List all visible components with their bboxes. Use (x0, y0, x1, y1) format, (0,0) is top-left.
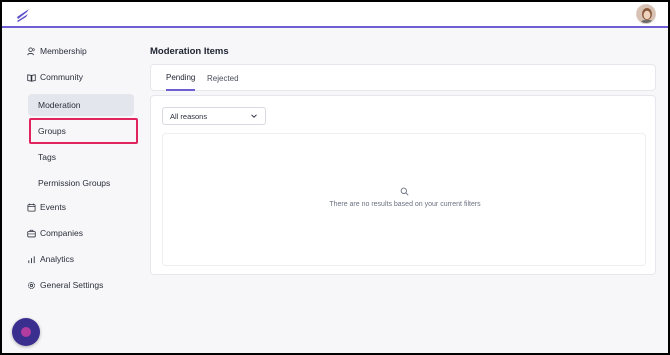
sidebar-item-label: Analytics (40, 254, 75, 264)
gear-icon (26, 280, 36, 290)
sidebar-subitem-moderation[interactable]: Moderation (28, 94, 134, 116)
sidebar-subitem-groups[interactable]: Groups (28, 120, 134, 142)
sidebar-subitem-permission-groups[interactable]: Permission Groups (28, 172, 134, 194)
help-chat-button[interactable] (12, 318, 40, 346)
sidebar-subitem-label: Groups (38, 126, 66, 136)
sidebar-item-label: General Settings (40, 280, 104, 290)
empty-state-message: There are no results based on your curre… (329, 201, 481, 208)
reason-filter-select[interactable]: All reasons (162, 107, 266, 125)
tab-label: Rejected (207, 73, 239, 83)
empty-state: There are no results based on your curre… (162, 133, 646, 266)
sidebar-item-events[interactable]: Events (26, 196, 66, 218)
tab-pending[interactable]: Pending (166, 65, 196, 91)
sidebar-subitem-label: Permission Groups (38, 178, 111, 188)
sidebar-subitem-label: Tags (38, 152, 56, 162)
sidebar-item-label: Events (40, 202, 66, 212)
app-window: Membership Community Moderation Groups T… (2, 2, 668, 353)
sidebar-item-general-settings[interactable]: General Settings (26, 274, 103, 296)
sidebar-subitem-tags[interactable]: Tags (28, 146, 134, 168)
sidebar-item-membership[interactable]: Membership (26, 40, 87, 62)
briefcase-icon (26, 228, 36, 238)
tab-rejected[interactable]: Rejected (207, 65, 239, 91)
sidebar-item-analytics[interactable]: Analytics (26, 248, 74, 270)
page-title: Moderation Items (150, 46, 229, 57)
book-open-icon (26, 72, 36, 82)
sidebar-item-label: Companies (40, 228, 83, 238)
sidebar-subitem-label: Moderation (38, 100, 81, 110)
select-value: All reasons (170, 111, 208, 121)
top-bar (2, 2, 668, 28)
logo-icon[interactable] (14, 6, 32, 24)
calendar-icon (26, 202, 36, 212)
tabs-bar: Pending Rejected (150, 64, 656, 91)
avatar[interactable] (636, 4, 656, 24)
sidebar-item-label: Membership (40, 46, 87, 56)
bar-chart-icon (26, 254, 36, 264)
chat-icon (21, 327, 31, 337)
search-icon (400, 187, 409, 196)
sidebar-item-label: Community (40, 72, 83, 82)
chevron-down-icon (251, 114, 257, 118)
sidebar-item-companies[interactable]: Companies (26, 222, 83, 244)
moderation-card: All reasons There are no results based o… (150, 95, 656, 275)
tab-label: Pending (166, 72, 196, 82)
users-icon (26, 46, 36, 56)
sidebar-item-community[interactable]: Community (26, 66, 83, 88)
